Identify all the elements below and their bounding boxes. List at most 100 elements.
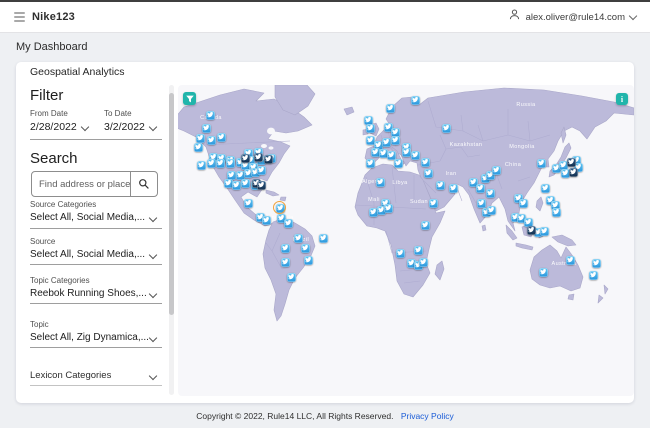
map-marker-highlighted[interactable] <box>272 200 286 214</box>
map-marker[interactable] <box>206 135 216 145</box>
map-marker[interactable] <box>476 198 486 208</box>
map-marker[interactable] <box>300 243 310 253</box>
map-marker[interactable] <box>568 167 578 177</box>
map-marker[interactable] <box>395 248 405 258</box>
field-value[interactable]: Select All, Social Media,... <box>30 249 166 260</box>
search-input[interactable] <box>32 172 130 196</box>
map-marker[interactable] <box>588 270 598 280</box>
map-marker[interactable] <box>256 165 266 175</box>
menu-icon[interactable] <box>14 12 25 22</box>
search-heading: Search <box>30 150 78 167</box>
map-marker[interactable] <box>485 188 495 198</box>
map-marker[interactable] <box>240 178 250 188</box>
map-marker[interactable] <box>536 158 546 168</box>
search-button[interactable] <box>130 172 157 196</box>
map-marker[interactable] <box>215 158 225 168</box>
topic-categories-select[interactable]: Topic Categories Reebok Running Shoes,..… <box>30 276 166 299</box>
field-label: Source Categories <box>30 200 97 209</box>
map-marker[interactable] <box>441 123 451 133</box>
chevron-down-icon[interactable] <box>80 122 90 132</box>
map-marker[interactable] <box>428 198 438 208</box>
map-marker[interactable] <box>195 133 205 143</box>
field-label[interactable]: Lexicon Categories <box>30 370 166 381</box>
field-value[interactable]: Select All, Social Media,... <box>30 212 166 223</box>
map-marker[interactable] <box>293 233 303 243</box>
map-marker[interactable] <box>526 225 536 235</box>
map-marker[interactable] <box>383 203 393 213</box>
field-value[interactable]: Reebok Running Shoes,... <box>30 288 166 299</box>
map-marker[interactable] <box>423 168 433 178</box>
map-marker[interactable] <box>201 123 211 133</box>
map-marker[interactable] <box>540 183 550 193</box>
map-marker[interactable] <box>365 158 375 168</box>
map-marker[interactable] <box>435 180 445 190</box>
map-marker[interactable] <box>420 220 430 230</box>
map-marker[interactable] <box>393 158 403 168</box>
map-marker[interactable] <box>401 147 411 157</box>
map-marker[interactable] <box>206 158 216 168</box>
field-label: Topic <box>30 320 49 329</box>
map-filter-button[interactable] <box>183 92 196 105</box>
filter-scrollbar-thumb[interactable] <box>169 93 174 315</box>
search-box <box>31 171 158 197</box>
map-marker[interactable] <box>413 245 423 255</box>
map-marker[interactable] <box>565 255 575 265</box>
source-categories-select[interactable]: Source Categories Select All, Social Med… <box>30 200 166 223</box>
map-marker[interactable] <box>283 218 293 228</box>
map-marker[interactable] <box>418 257 428 267</box>
map-marker[interactable] <box>243 198 253 208</box>
user-menu[interactable]: alex.oliver@rule14.com <box>508 8 638 26</box>
map-marker[interactable] <box>261 215 271 225</box>
map-marker[interactable] <box>375 177 385 187</box>
map-marker[interactable] <box>539 226 549 236</box>
map-marker[interactable] <box>225 158 235 168</box>
map-marker[interactable] <box>286 272 296 282</box>
map-marker[interactable] <box>280 243 290 253</box>
map-marker[interactable] <box>231 180 241 190</box>
map-marker[interactable] <box>410 95 420 105</box>
map-marker[interactable] <box>381 137 391 147</box>
map-marker[interactable] <box>280 257 290 267</box>
map-marker[interactable] <box>390 135 400 145</box>
from-date-value[interactable]: 2/28/2022 <box>30 121 77 133</box>
map-marker[interactable] <box>318 233 328 243</box>
geospatial-map[interactable]: CanadaRussiaKazakhstanMongoliaChinaIranL… <box>178 85 634 396</box>
filter-scrollbar-track[interactable] <box>169 85 174 395</box>
map-marker[interactable] <box>216 132 226 142</box>
map-marker[interactable] <box>538 267 548 277</box>
lexicon-categories-select[interactable]: Lexicon Categories <box>30 370 166 381</box>
user-email: alex.oliver@rule14.com <box>525 11 625 23</box>
map-marker[interactable] <box>551 207 561 217</box>
map-marker[interactable] <box>253 152 263 162</box>
map-marker[interactable] <box>410 150 420 160</box>
field-value[interactable]: Select All, Zig Dynamica,... <box>30 332 166 343</box>
map-marker[interactable] <box>205 110 215 120</box>
map-marker[interactable] <box>486 205 496 215</box>
source-select[interactable]: Source Select All, Social Media,... <box>30 237 166 260</box>
map-marker[interactable] <box>448 183 458 193</box>
map-marker[interactable] <box>193 142 203 152</box>
map-marker[interactable] <box>365 123 375 133</box>
to-date-label: To Date <box>104 109 132 118</box>
map-marker[interactable] <box>491 165 501 175</box>
map-marker[interactable] <box>386 150 396 160</box>
map-marker[interactable] <box>475 183 485 193</box>
topic-select[interactable]: Topic Select All, Zig Dynamica,... <box>30 320 166 343</box>
map-info-button[interactable]: i <box>616 93 628 105</box>
map-marker[interactable] <box>240 153 250 163</box>
chevron-down-icon <box>628 11 638 21</box>
privacy-policy-link[interactable]: Privacy Policy <box>401 411 454 421</box>
map-marker[interactable] <box>591 258 601 268</box>
map-marker[interactable] <box>263 154 273 164</box>
chevron-down-icon[interactable] <box>148 122 158 132</box>
map-marker[interactable] <box>256 180 266 190</box>
map-marker[interactable] <box>518 198 528 208</box>
map-marker[interactable] <box>303 255 313 265</box>
to-date-field[interactable]: To Date 3/2/2022 <box>104 109 145 133</box>
map-marker[interactable] <box>420 157 430 167</box>
from-date-field[interactable]: From Date 2/28/2022 <box>30 109 77 133</box>
map-marker[interactable] <box>385 103 395 113</box>
to-date-value[interactable]: 3/2/2022 <box>104 121 145 133</box>
map-marker[interactable] <box>196 160 206 170</box>
map-marker[interactable] <box>566 157 576 167</box>
